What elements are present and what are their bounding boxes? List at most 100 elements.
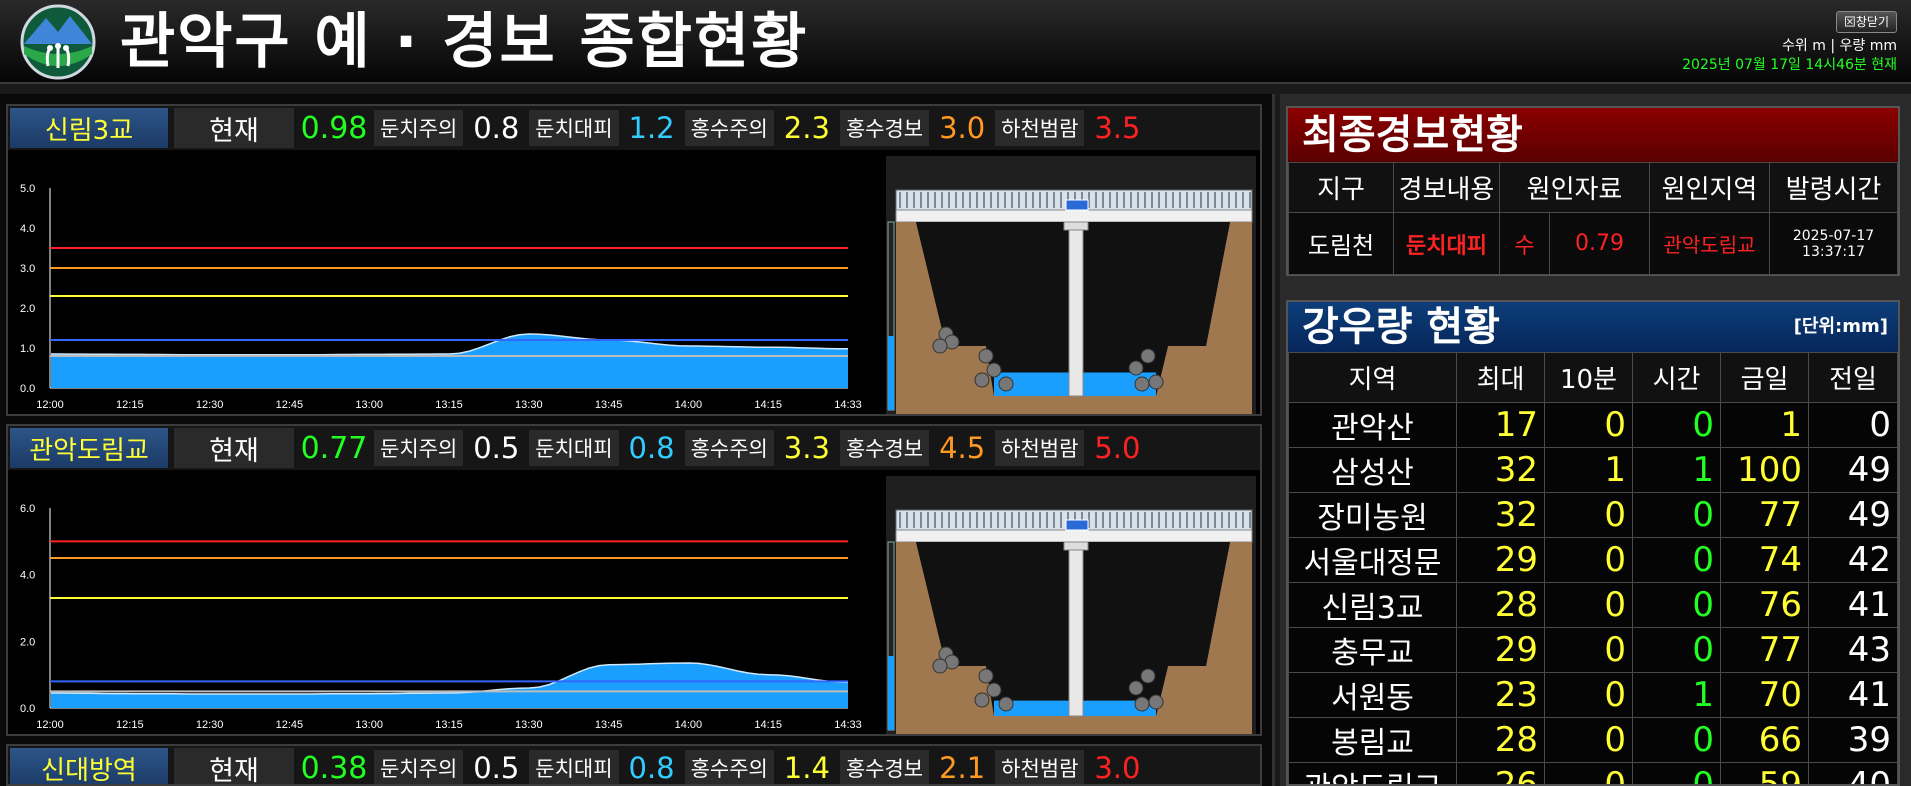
hour-cell: 0 (1632, 762, 1721, 784)
max-cell: 29 (1456, 537, 1545, 583)
yesterday-cell: 42 (1808, 537, 1898, 583)
table-row[interactable]: 관악산 17 0 0 1 0 (1288, 402, 1898, 448)
today-cell: 74 (1720, 537, 1809, 583)
today-cell: 77 (1720, 492, 1809, 538)
y-tick-label: 0.0 (20, 383, 35, 395)
issued-date: 2025-07-17 (1792, 227, 1875, 244)
today-cell: 66 (1720, 717, 1809, 763)
evac-label: 둔치대피 (529, 430, 619, 466)
ten-min-cell: 0 (1544, 537, 1633, 583)
max-cell: 32 (1456, 492, 1545, 538)
table-row[interactable]: 도림천 둔치대피 수 0.79 관악도림교 2025-07-17 13:37:1… (1288, 212, 1898, 275)
rainfall-unit: [단위:mm] (1793, 316, 1888, 337)
max-cell: 28 (1456, 582, 1545, 628)
unit-legend: 수위 m | 우량 mm (1782, 38, 1897, 54)
water-level-area (51, 334, 848, 388)
water-level-chart: 0.0 2.0 4.0 6.0 12:00 12:15 12:30 12:45 13:00 13:… (20, 503, 862, 731)
x-tick-label: 13:15 (435, 399, 463, 411)
yesterday-cell: 49 (1808, 492, 1898, 538)
header-bar: 관악구 예 · 경보 종합현황 ⊠창닫기 수위 m | 우량 mm 2025년 … (0, 0, 1911, 84)
max-cell: 17 (1456, 402, 1545, 448)
hour-cell: 0 (1632, 537, 1721, 583)
station-name[interactable]: 신대방역 (10, 748, 168, 784)
x-tick-label: 14:15 (754, 399, 782, 411)
flood-watch-value: 1.4 (783, 751, 830, 785)
table-row[interactable]: 관악도림교26005940 (1288, 762, 1898, 784)
final-warning-panel: 최종경보현황 지구 경보내용 원인자료 원인지역 발령시간 도림천 둔치대피 수… (1286, 106, 1900, 276)
ten-min-cell: 0 (1544, 627, 1633, 673)
district-cell: 도림천 (1288, 212, 1394, 275)
current-datetime: 2025년 07월 17일 14시46분 현재 (1682, 57, 1897, 73)
x-tick-label: 12:45 (276, 399, 304, 411)
x-tick-label: 13:45 (595, 399, 623, 411)
flood-warn-label: 홍수경보 (839, 430, 930, 466)
warning-content-cell: 둔치대피 (1393, 212, 1500, 275)
region-cell: 봉림교 (1288, 717, 1457, 763)
y-tick-label: 3.0 (20, 263, 35, 275)
ten-min-cell: 0 (1544, 402, 1633, 448)
station-name[interactable]: 관악도림교 (10, 428, 168, 468)
today-cell: 59 (1720, 762, 1809, 784)
rainfall-table: 지역 최대 10분 시간 금일 전일 관악산 17 0 0 1 0 삼성산 32 1 1 100 49… (1288, 352, 1898, 784)
max-cell: 29 (1456, 627, 1545, 673)
column-header: 원인자료 (1499, 162, 1650, 213)
hour-cell: 0 (1632, 627, 1721, 673)
station-name[interactable]: 신림3교 (10, 108, 168, 148)
x-tick-label: 12:30 (196, 719, 224, 731)
river-cross-section-diagram (886, 156, 1256, 414)
x-tick-label: 13:15 (435, 719, 463, 731)
water-level-chart: 0.0 1.0 2.0 3.0 4.0 5.0 12:00 12:15 12:30 12:45 13… (20, 183, 862, 411)
column-header: 지구 (1288, 162, 1394, 213)
close-window-button[interactable]: ⊠창닫기 (1835, 11, 1897, 33)
x-tick-label: 13:45 (595, 719, 623, 731)
table-row[interactable]: 신림3교 28 0 0 76 41 (1288, 582, 1898, 628)
region-cell: 장미농원 (1288, 492, 1457, 538)
hour-cell: 0 (1632, 402, 1721, 448)
final-warning-table: 지구 경보내용 원인자료 원인지역 발령시간 도림천 둔치대피 수 0.79 관… (1288, 162, 1898, 275)
ten-min-cell: 0 (1544, 672, 1633, 718)
table-row[interactable]: 서원동 23 0 1 70 41 (1288, 672, 1898, 718)
region-cell: 삼성산 (1288, 447, 1457, 493)
issued-time-cell: 2025-07-17 13:37:17 (1769, 212, 1898, 275)
hour-cell: 1 (1632, 447, 1721, 493)
table-row[interactable]: 장미농원 32 0 0 77 49 (1288, 492, 1898, 538)
water-level-area (51, 663, 848, 708)
current-level-value: 0.77 (300, 430, 368, 466)
gwanak-logo-icon (20, 4, 96, 80)
table-row[interactable]: 충무교 29 0 0 77 43 (1288, 627, 1898, 673)
hour-cell: 0 (1632, 582, 1721, 628)
max-cell: 26 (1456, 762, 1545, 784)
x-tick-label: 13:30 (515, 719, 543, 731)
yesterday-cell: 41 (1808, 672, 1898, 718)
yesterday-cell: 49 (1808, 447, 1898, 493)
column-header: 최대 (1456, 352, 1545, 403)
evac-value: 0.8 (628, 431, 675, 465)
evac-value: 0.8 (628, 751, 675, 785)
overflow-label: 하천범람 (995, 110, 1085, 146)
table-row[interactable]: 삼성산 32 1 1 100 49 (1288, 447, 1898, 493)
column-header: 전일 (1808, 352, 1898, 403)
flood-warn-value: 2.1 (939, 751, 986, 785)
ten-min-cell: 0 (1544, 762, 1633, 784)
y-tick-label: 2.0 (20, 303, 35, 315)
hour-cell: 0 (1632, 492, 1721, 538)
column-header: 원인지역 (1649, 162, 1770, 213)
x-tick-label: 12:45 (276, 719, 304, 731)
flood-watch-label: 홍수주의 (684, 430, 774, 466)
table-header-row: 지역 최대 10분 시간 금일 전일 (1288, 352, 1898, 403)
cause-type-cell: 수 (1499, 212, 1550, 275)
column-header: 시간 (1632, 352, 1721, 403)
station-header-bar: 관악도림교 현재 0.77 둔치주의 0.5 둔치대피 0.8 홍수주의 3.3 홍수경보 4.5 하… (8, 426, 1260, 470)
table-row[interactable]: 봉림교 28 0 0 66 39 (1288, 717, 1898, 763)
rainfall-panel: 강우량 현황 [단위:mm] 지역 최대 10분 시간 금일 전일 관악산 17 0… (1286, 300, 1900, 786)
overflow-value: 5.0 (1094, 431, 1141, 465)
table-row[interactable]: 서울대정문 29 0 0 74 42 (1288, 537, 1898, 583)
flood-watch-value: 2.3 (783, 111, 830, 145)
cause-region-cell: 관악도림교 (1649, 212, 1770, 275)
ten-min-cell: 0 (1544, 582, 1633, 628)
station-list: 신림3교 현재 0.98 둔치주의 0.8 둔치대피 1.2 홍수주의 2.3 홍수경보 3.0 하천… (0, 94, 1275, 786)
x-tick-label: 14:15 (754, 719, 782, 731)
station-panel: 관악도림교 현재 0.77 둔치주의 0.5 둔치대피 0.8 홍수주의 3.3 홍수경보 4.5 하… (6, 424, 1262, 736)
x-tick-label: 12:00 (36, 399, 64, 411)
yesterday-cell: 43 (1808, 627, 1898, 673)
